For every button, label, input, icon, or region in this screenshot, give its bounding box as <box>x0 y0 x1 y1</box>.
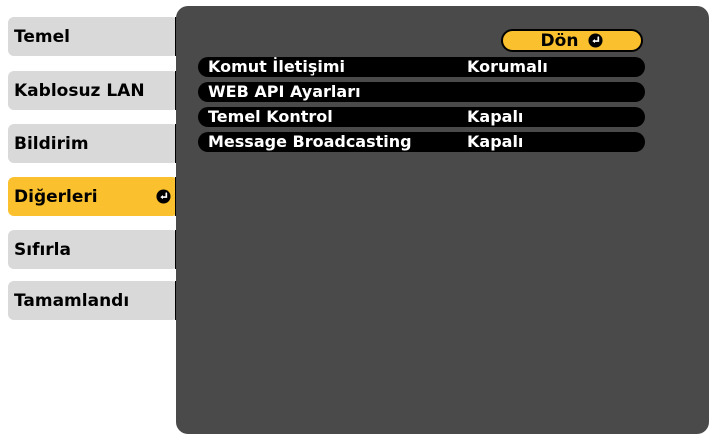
tab-label: Sıfırla <box>14 239 71 260</box>
menu-item-label: WEB API Ayarları <box>208 82 361 101</box>
tab-sifirla[interactable]: Sıfırla <box>8 230 185 269</box>
settings-menu: Komut İletişimi Korumalı WEB API Ayarlar… <box>198 57 645 157</box>
tab-kablosuz-lan[interactable]: Kablosuz LAN <box>8 71 185 110</box>
back-button[interactable]: Dön <box>501 29 643 52</box>
tab-tamamlandi[interactable]: Tamamlandı <box>8 281 185 320</box>
menu-item-label: Message Broadcasting <box>208 132 412 151</box>
menu-item-value: Korumalı <box>467 57 548 76</box>
tab-digerleri[interactable]: Diğerleri <box>8 177 185 216</box>
menu-item-komut-iletisimi[interactable]: Komut İletişimi Korumalı <box>198 57 645 77</box>
tab-bildirim[interactable]: Bildirim <box>8 124 185 163</box>
tab-label: Temel <box>14 26 70 47</box>
tab-label: Kablosuz LAN <box>14 80 145 101</box>
tab-label: Diğerleri <box>14 186 98 207</box>
tab-temel[interactable]: Temel <box>8 17 185 56</box>
sidebar-tabs: Temel Kablosuz LAN Bildirim Diğerleri Sı… <box>0 0 185 440</box>
back-button-label: Dön <box>540 30 579 51</box>
settings-panel: Dön Komut İletişimi Korumalı WEB API Aya… <box>176 6 709 434</box>
menu-item-label: Temel Kontrol <box>208 107 333 126</box>
enter-icon <box>588 33 603 48</box>
menu-item-web-api-ayarlari[interactable]: WEB API Ayarları <box>198 82 645 102</box>
enter-icon <box>156 189 171 204</box>
menu-item-label: Komut İletişimi <box>208 57 345 76</box>
menu-item-value: Kapalı <box>467 107 524 126</box>
menu-item-value: Kapalı <box>467 132 524 151</box>
tab-label: Bildirim <box>14 133 89 154</box>
menu-item-message-broadcasting[interactable]: Message Broadcasting Kapalı <box>198 132 645 152</box>
menu-item-temel-kontrol[interactable]: Temel Kontrol Kapalı <box>198 107 645 127</box>
tab-label: Tamamlandı <box>14 290 130 311</box>
